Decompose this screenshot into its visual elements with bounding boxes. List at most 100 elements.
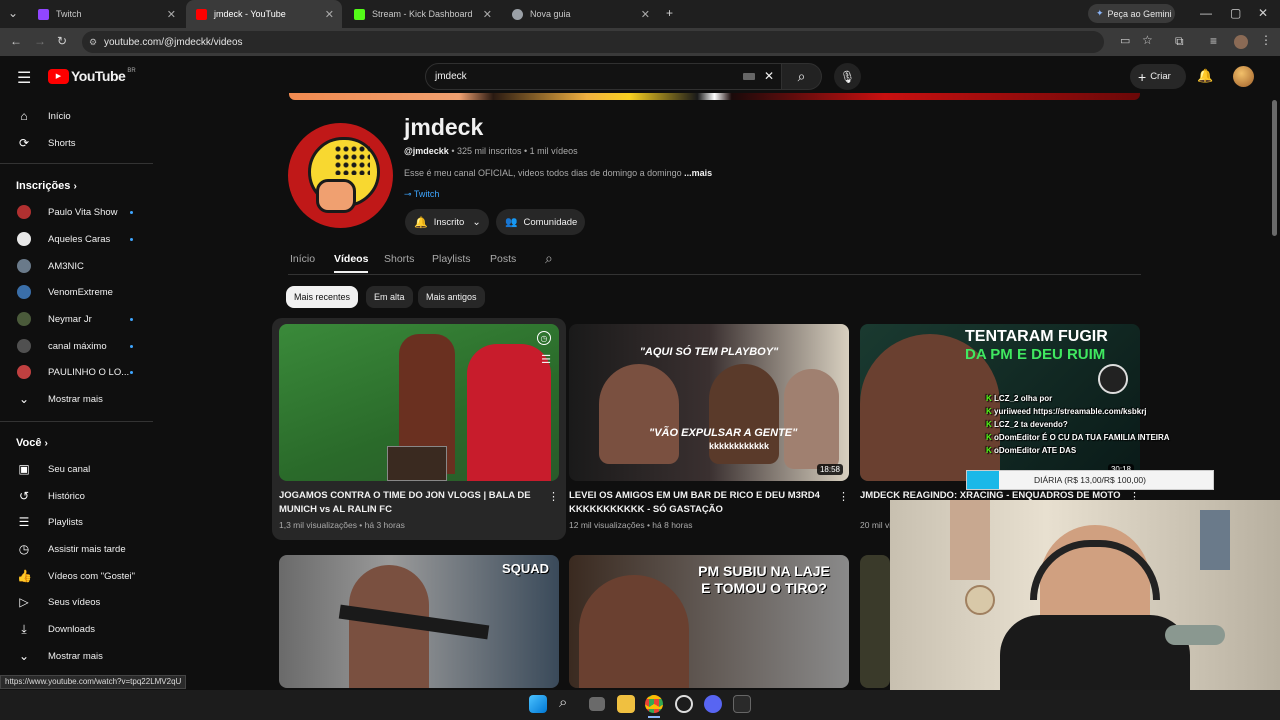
browser-tab-new[interactable]: Nova guia ✕ [502,0,658,28]
bowl-shape [1165,625,1225,645]
close-icon[interactable]: ✕ [641,8,650,21]
windows-start-icon[interactable] [529,695,547,713]
page-scrollbar[interactable] [1272,100,1277,236]
tab-videos[interactable]: Vídeos [334,253,368,265]
tab-inicio[interactable]: Início [290,253,315,265]
sidebar-sub-canal-maximo[interactable]: canal máximo [0,333,155,359]
sidebar-sub-neymar-jr[interactable]: Neymar Jr [0,306,155,332]
wall-clock [965,585,995,615]
sidebar-item-seu-canal[interactable]: ▣ Seu canal [0,456,155,482]
sidebar-subs-show-more[interactable]: ⌄ Mostrar mais [0,386,155,412]
video-thumbnail-1[interactable]: ◷ ☰ [279,324,559,481]
browser-menu-icon[interactable]: ⋮ [1260,33,1272,47]
filter-mais-recentes[interactable]: Mais recentes [286,286,359,308]
video-title-1[interactable]: JOGAMOS CONTRA O TIME DO JON VLOGS | BAL… [279,489,541,517]
gemini-button[interactable]: ✦ Peça ao Gemini [1088,4,1175,23]
clear-search-icon[interactable]: ✕ [764,69,774,83]
filter-mais-antigos[interactable]: Mais antigos [418,286,485,308]
sidebar-item-inicio[interactable]: ⌂ Início [0,103,155,129]
filter-em-alta[interactable]: Em alta [366,286,413,308]
browser-tab-youtube[interactable]: jmdeck - YouTube ✕ [186,0,342,28]
sidebar-item-playlists[interactable]: ☰ Playlists [0,509,155,535]
site-info-icon[interactable]: ⚙ [89,37,97,48]
subscribed-button[interactable]: 🔔 Inscrito ⌄ [405,209,489,235]
close-icon[interactable]: ✕ [167,8,176,21]
channel-avatar-large[interactable] [288,123,393,228]
sidebar-item-downloads[interactable]: ⤓ Downloads [0,616,155,642]
forward-icon[interactable]: → [34,34,46,48]
discord-icon[interactable] [704,695,722,713]
task-view-icon[interactable] [589,697,605,711]
youtube-logo[interactable]: ▶ YouTube BR [48,68,136,84]
sidebar-sub-am3nic[interactable]: AM3NIC [0,253,155,279]
hamburger-menu-icon[interactable]: ☰ [17,68,31,88]
sidebar-item-shorts[interactable]: ⟳ Shorts [0,130,155,156]
new-content-dot [130,344,133,348]
sidebar-you-show-more[interactable]: ⌄ Mostrar mais [0,643,155,669]
address-bar[interactable]: ⚙ youtube.com/@jmdeckk/videos [82,31,1104,53]
obs-icon[interactable] [675,695,693,713]
bookmark-star-icon[interactable]: ☆ [1142,33,1153,47]
tab-playlists[interactable]: Playlists [432,253,471,265]
sidebar-item-label: Aqueles Caras [48,233,111,245]
tab-title: Twitch [56,9,82,19]
description-more-link[interactable]: ...mais [684,168,712,178]
sidebar-item-your-videos[interactable]: ▷ Seus vídeos [0,589,155,615]
sidebar-item-liked-videos[interactable]: 👍 Vídeos com "Gostei" [0,563,155,589]
sidebar-item-historico[interactable]: ↺ Histórico [0,483,155,509]
watch-later-icon[interactable]: ◷ [537,331,551,345]
reload-icon[interactable]: ↻ [57,34,67,48]
extensions-icon[interactable]: ⧉ [1175,34,1184,49]
you-heading[interactable]: Você › [16,437,48,449]
channel-description[interactable]: Esse é meu canal OFICIAL, videos todos d… [404,168,712,178]
voice-search-button[interactable]: 🎙 [834,63,861,90]
account-avatar[interactable] [1233,66,1254,87]
video-thumbnail-5[interactable]: PM SUBIU NA LAJE E TOMOU O TIRO? [569,555,849,688]
browser-tab-twitch[interactable]: Twitch ✕ [28,0,184,28]
close-icon[interactable]: ✕ [483,8,492,21]
tab-shorts[interactable]: Shorts [384,253,414,265]
chat-user: LCZ_2 [994,394,1019,403]
search-input[interactable]: jmdeck ✕ [425,63,782,90]
community-button[interactable]: 👥 Comunidade [496,209,585,235]
close-icon[interactable]: ✕ [325,8,334,21]
channel-link-twitch[interactable]: ⊸ Twitch [404,189,439,200]
minimize-icon[interactable]: — [1200,6,1212,20]
notifications-bell-icon[interactable]: 🔔 [1197,68,1213,84]
video-thumbnail-6[interactable] [860,555,890,688]
video-thumbnail-2[interactable]: "AQUI SÓ TEM PLAYBOY" "VÃO EXPULSAR A GE… [569,324,849,481]
search-button[interactable]: ⌕ [782,63,822,90]
taskbar-search-icon[interactable]: ⌕ [559,694,567,711]
file-explorer-icon[interactable] [617,695,635,713]
reading-list-icon[interactable]: ≡ [1210,34,1217,48]
channel-search-icon[interactable]: ⌕ [545,250,553,267]
video-thumbnail-4[interactable]: SQUAD [279,555,559,688]
add-to-queue-icon[interactable]: ☰ [541,353,551,366]
sidebar-item-watch-later[interactable]: ◷ Assistir mais tarde [0,536,155,562]
like-icon: 👍 [17,569,32,583]
bell-icon: 🔔 [414,216,428,229]
video-title-2[interactable]: LEVEI OS AMIGOS EM UM BAR DE RICO E DEU … [569,489,835,517]
video-menu-icon[interactable]: ⋮ [838,490,849,503]
chrome-taskbar-icon[interactable] [645,695,663,713]
tab-search-icon[interactable]: ⌄ [8,6,18,20]
new-tab-icon[interactable]: + [666,6,673,20]
profile-avatar[interactable] [1234,35,1248,49]
keyboard-icon[interactable] [743,73,755,80]
window-close-icon[interactable]: ✕ [1258,6,1268,20]
sidebar-sub-paulo-vita-show[interactable]: Paulo Vita Show [0,199,155,225]
create-button[interactable]: + Criar [1130,64,1186,89]
app-icon[interactable] [733,695,751,713]
tab-posts[interactable]: Posts [490,253,516,265]
browser-tab-kick[interactable]: Stream - Kick Dashboard ✕ [344,0,500,28]
sidebar-item-label: Início [48,110,71,122]
cast-icon[interactable]: ▭ [1120,34,1130,47]
back-icon[interactable]: ← [10,34,22,48]
maximize-icon[interactable]: ▢ [1230,6,1241,20]
subscriptions-heading[interactable]: Inscrições › [16,180,77,192]
video-menu-icon[interactable]: ⋮ [548,490,559,503]
sidebar-sub-paulinho[interactable]: PAULINHO O LO... [0,359,155,385]
avatar-dots [334,145,370,175]
sidebar-sub-aqueles-caras[interactable]: Aqueles Caras [0,226,155,252]
sidebar-sub-venomextreme[interactable]: VenomExtreme [0,279,155,305]
